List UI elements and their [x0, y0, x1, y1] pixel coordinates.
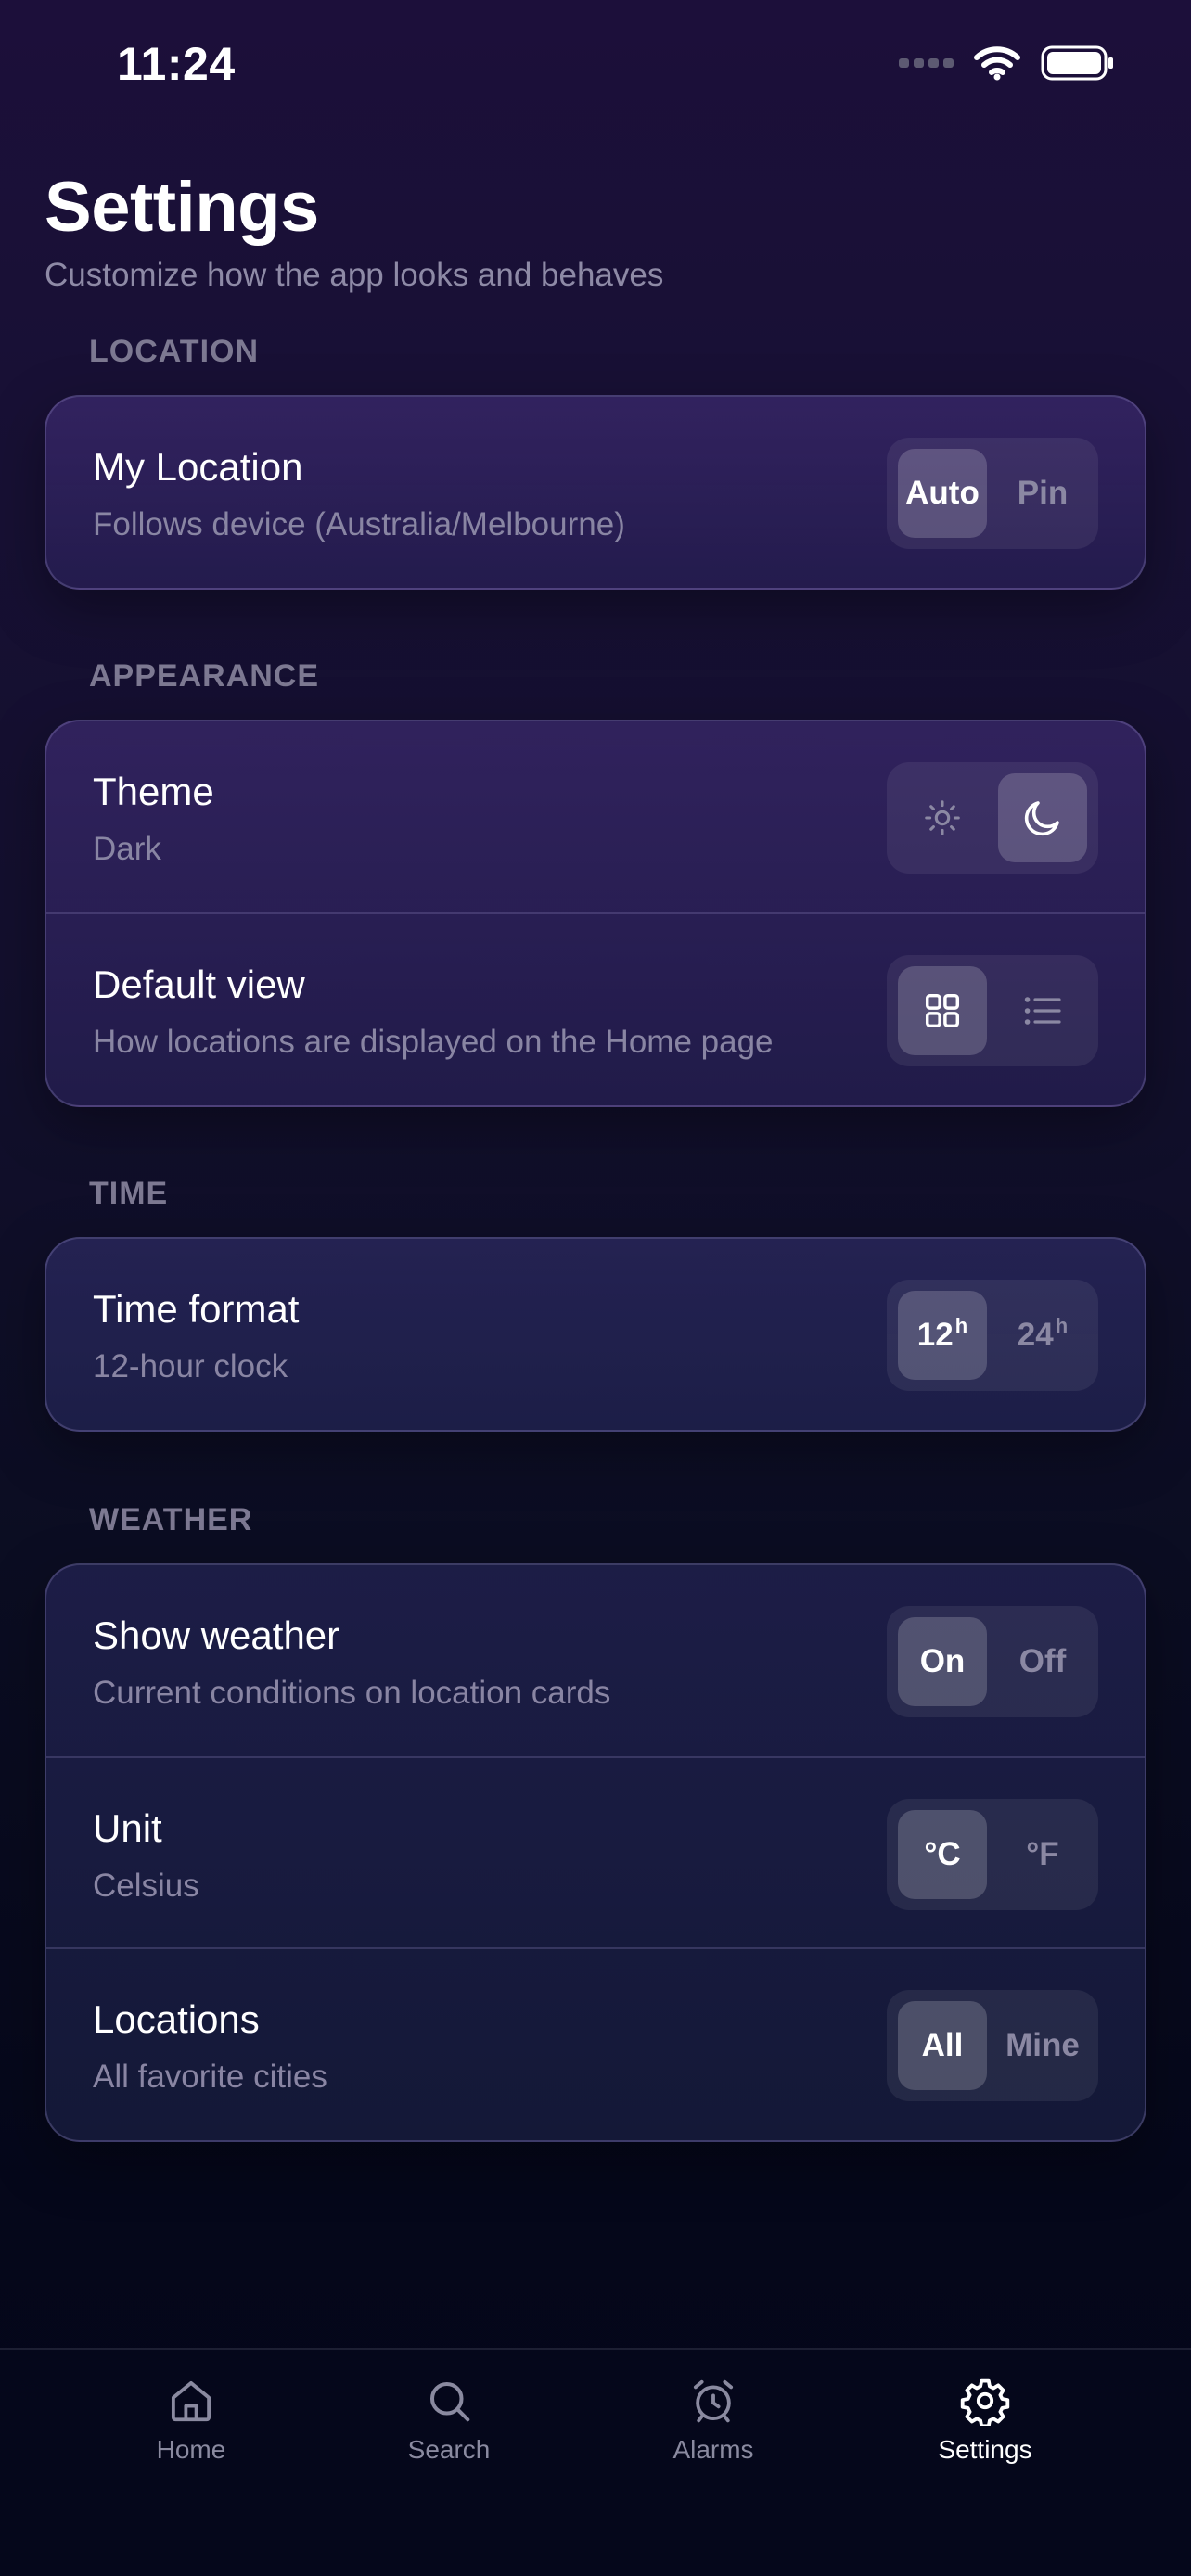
- weather-card: Show weather Current conditions on locat…: [45, 1563, 1146, 2142]
- my-location-row: My Location Follows device (Australia/Me…: [46, 397, 1145, 588]
- row-subtitle: Follows device (Australia/Melbourne): [93, 506, 625, 542]
- gear-icon: [960, 2378, 1010, 2426]
- moon-icon: [1024, 801, 1059, 836]
- show-weather-on-option[interactable]: On: [898, 1617, 987, 1706]
- list-view-option[interactable]: [998, 966, 1087, 1055]
- locations-all-option[interactable]: All: [898, 2001, 987, 2090]
- time-card: Time format 12-hour clock 12 h 24 h: [45, 1237, 1146, 1432]
- cellular-signal-icon: [899, 58, 954, 68]
- show-weather-row: Show weather Current conditions on locat…: [46, 1565, 1145, 1756]
- battery-icon: [1041, 45, 1113, 81]
- option-suffix: h: [1055, 1314, 1069, 1337]
- tab-label: Settings: [938, 2435, 1032, 2464]
- page-subtitle: Customize how the app looks and behaves: [45, 257, 664, 293]
- show-weather-off-option[interactable]: Off: [998, 1617, 1087, 1706]
- unit-segmented-control: °C °F: [887, 1799, 1098, 1910]
- row-title: Unit: [93, 1806, 162, 1850]
- tab-settings[interactable]: Settings: [892, 2376, 1078, 2465]
- time-format-24h-option[interactable]: 24 h: [998, 1291, 1087, 1380]
- search-icon: [429, 2381, 470, 2422]
- appearance-card: Theme Dark Default view How locations ar…: [45, 720, 1146, 1107]
- status-icons: [899, 45, 1115, 82]
- tab-label: Home: [156, 2435, 226, 2464]
- option-value: 24: [1017, 1317, 1054, 1353]
- weather-locations-row: Locations All favorite cities All Mine: [46, 1947, 1145, 2138]
- time-format-row: Time format 12-hour clock 12 h 24 h: [46, 1239, 1145, 1430]
- unit-fahrenheit-option[interactable]: °F: [998, 1810, 1087, 1899]
- section-label-location: LOCATION: [89, 334, 260, 369]
- section-label-weather: WEATHER: [89, 1502, 253, 1537]
- theme-segmented-control: [887, 762, 1098, 874]
- location-card: My Location Follows device (Australia/Me…: [45, 395, 1146, 590]
- home-icon: [171, 2380, 211, 2422]
- tab-alarms[interactable]: Alarms: [621, 2376, 806, 2465]
- location-pin-option[interactable]: Pin: [998, 449, 1087, 538]
- grid-icon: [925, 993, 960, 1028]
- section-label-time: TIME: [89, 1176, 169, 1211]
- option-value: 12: [916, 1317, 954, 1353]
- status-bar: 11:24: [0, 0, 1191, 139]
- weather-locations-segmented-control: All Mine: [887, 1990, 1098, 2101]
- theme-light-option[interactable]: [898, 773, 987, 862]
- wifi-icon: [974, 46, 1020, 81]
- row-subtitle: All favorite cities: [93, 2059, 327, 2095]
- row-title: Show weather: [93, 1613, 340, 1657]
- unit-row: Unit Celsius °C °F: [46, 1756, 1145, 1947]
- time-format-segmented-control: 12 h 24 h: [887, 1280, 1098, 1391]
- tab-label: Search: [407, 2435, 491, 2464]
- sun-icon: [925, 800, 960, 835]
- default-view-row: Default view How locations are displayed…: [46, 912, 1145, 1103]
- locations-mine-option[interactable]: Mine: [998, 2001, 1087, 2090]
- page-title: Settings: [45, 168, 319, 247]
- unit-celsius-option[interactable]: °C: [898, 1810, 987, 1899]
- row-title: Theme: [93, 770, 214, 813]
- grid-view-option[interactable]: [898, 966, 987, 1055]
- row-subtitle: How locations are displayed on the Home …: [93, 1024, 774, 1060]
- row-subtitle: Dark: [93, 831, 161, 867]
- alarm-clock-icon: [693, 2379, 734, 2423]
- list-icon: [1024, 997, 1061, 1025]
- row-subtitle: Current conditions on location cards: [93, 1675, 611, 1711]
- location-auto-option[interactable]: Auto: [898, 449, 987, 538]
- section-label-appearance: APPEARANCE: [89, 658, 320, 694]
- theme-row: Theme Dark: [46, 721, 1145, 912]
- show-weather-segmented-control: On Off: [887, 1606, 1098, 1717]
- tab-home[interactable]: Home: [98, 2376, 284, 2465]
- row-title: Locations: [93, 1997, 260, 2041]
- tab-search[interactable]: Search: [356, 2376, 542, 2465]
- status-time: 11:24: [117, 38, 236, 90]
- row-subtitle: 12-hour clock: [93, 1348, 288, 1384]
- option-suffix: h: [954, 1314, 968, 1337]
- time-format-12h-option[interactable]: 12 h: [898, 1291, 987, 1380]
- tab-bar: Home Search Alarms Settings: [0, 2348, 1191, 2576]
- row-title: My Location: [93, 445, 303, 489]
- location-mode-segmented-control: Auto Pin: [887, 438, 1098, 549]
- default-view-segmented-control: [887, 955, 1098, 1066]
- tab-label: Alarms: [672, 2435, 754, 2464]
- row-subtitle: Celsius: [93, 1868, 199, 1904]
- row-title: Time format: [93, 1287, 300, 1331]
- theme-dark-option[interactable]: [998, 773, 1087, 862]
- row-title: Default view: [93, 963, 305, 1006]
